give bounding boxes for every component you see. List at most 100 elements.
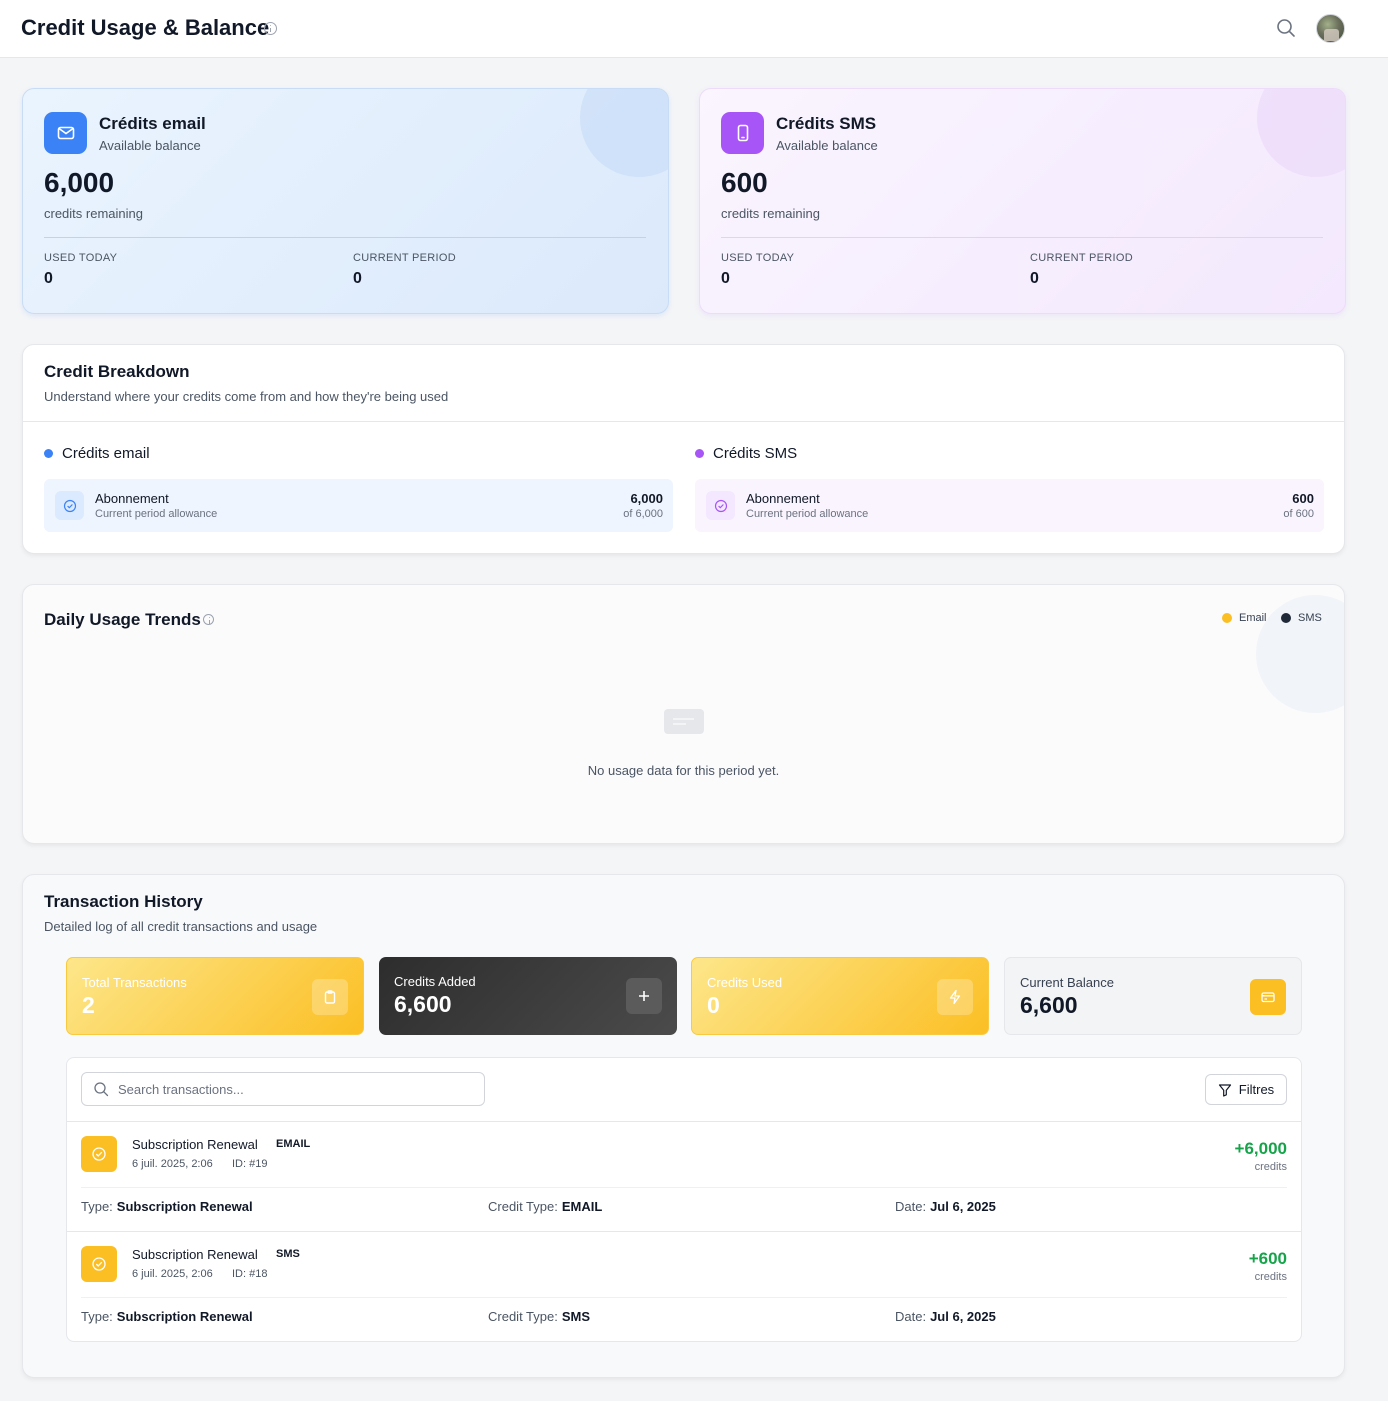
legend-email: Email — [1222, 612, 1267, 624]
summary-label: Credits Used — [707, 975, 783, 990]
field-label: Type: — [81, 1199, 113, 1214]
summary-credits-added: Credits Added 6,600 — [379, 957, 677, 1035]
breakdown-sms-row: Abonnement Current period allowance 600 … — [695, 479, 1324, 532]
transaction-history-panel: Transaction History Detailed log of all … — [22, 874, 1345, 1378]
field-label: Date: — [895, 1199, 927, 1214]
filters-button[interactable]: Filtres — [1205, 1074, 1287, 1105]
breakdown-sms-heading: Crédits SMS — [695, 445, 797, 462]
legend-email-label: Email — [1239, 612, 1267, 624]
sms-current-period-value: 0 — [1030, 270, 1039, 287]
filter-icon — [1218, 1083, 1231, 1097]
transaction-datetime: 6 juil. 2025, 2:06 — [132, 1158, 213, 1170]
mail-icon — [44, 112, 87, 154]
email-dot — [44, 449, 53, 458]
plus-icon — [626, 978, 662, 1014]
breakdown-email-desc: Current period allowance — [95, 508, 218, 520]
legend-email-dot — [1222, 613, 1232, 623]
clipboard-icon — [312, 979, 348, 1015]
divider — [23, 421, 1344, 422]
transaction-id: ID: #18 — [232, 1268, 268, 1280]
transaction-title: Subscription Renewal — [132, 1137, 258, 1152]
divider — [44, 237, 646, 238]
search-input[interactable] — [118, 1079, 468, 1099]
info-icon[interactable] — [203, 614, 214, 625]
decorative-circle — [1257, 89, 1345, 177]
search-icon[interactable] — [1276, 18, 1296, 38]
transaction-date-field: Date: Jul 6, 2025 — [895, 1199, 996, 1214]
summary-value: 6,600 — [394, 991, 452, 1017]
transactions-list: Filtres Subscription Renewal EMAIL 6 jui… — [66, 1057, 1302, 1342]
sms-used-today-value: 0 — [721, 270, 730, 287]
breakdown-email-heading-label: Crédits email — [62, 445, 150, 462]
email-current-period-value: 0 — [353, 270, 362, 287]
divider — [721, 237, 1323, 238]
top-bar: Credit Usage & Balance — [0, 0, 1388, 58]
field-value: Jul 6, 2025 — [930, 1309, 996, 1324]
credit-type-badge: EMAIL — [276, 1138, 311, 1150]
sms-balance-amount: 600 — [721, 167, 768, 198]
divider — [67, 1121, 1301, 1122]
field-label: Date: — [895, 1309, 927, 1324]
history-subtitle: Detailed log of all credit transactions … — [44, 919, 318, 934]
field-value: Subscription Renewal — [116, 1309, 253, 1324]
user-avatar[interactable] — [1316, 14, 1345, 43]
field-value: Subscription Renewal — [116, 1199, 253, 1214]
empty-message-icon — [664, 709, 704, 734]
breakdown-sms-value: 600 — [1292, 491, 1314, 506]
empty-state-text: No usage data for this period yet. — [587, 763, 780, 778]
legend-sms: SMS — [1281, 612, 1322, 624]
summary-label: Total Transactions — [82, 975, 187, 990]
phone-icon — [721, 112, 764, 154]
summary-value: 0 — [707, 992, 720, 1018]
filters-button-label: Filtres — [1238, 1082, 1275, 1097]
legend-sms-dot — [1281, 613, 1291, 623]
divider — [81, 1297, 1287, 1298]
decorative-circle — [580, 89, 668, 177]
search-box — [81, 1072, 485, 1106]
email-current-period-label: CURRENT PERIOD — [353, 252, 457, 264]
email-card-subtitle: Available balance — [99, 138, 201, 153]
check-circle-icon — [81, 1136, 117, 1172]
transaction-unit: credits — [1254, 1161, 1287, 1173]
history-title: Transaction History — [44, 892, 203, 911]
check-circle-icon — [55, 491, 84, 520]
transaction-title: Subscription Renewal — [132, 1247, 258, 1262]
check-circle-icon — [81, 1246, 117, 1282]
field-value: SMS — [561, 1309, 591, 1324]
email-used-today-value: 0 — [44, 270, 53, 287]
sms-dot — [695, 449, 704, 458]
transaction-credit-type-field: Credit Type: EMAIL — [488, 1199, 602, 1214]
transaction-type-field: Type: Subscription Renewal — [81, 1309, 253, 1324]
divider — [67, 1231, 1301, 1232]
field-value: EMAIL — [561, 1199, 603, 1214]
summary-label: Credits Added — [394, 974, 476, 989]
info-icon[interactable] — [264, 22, 277, 35]
breakdown-subtitle: Understand where your credits come from … — [44, 389, 449, 404]
legend-sms-label: SMS — [1298, 612, 1322, 624]
sms-remaining-label: credits remaining — [721, 206, 820, 221]
transaction-type-field: Type: Subscription Renewal — [81, 1199, 253, 1214]
credit-breakdown-panel: Credit Breakdown Understand where your c… — [22, 344, 1345, 554]
breakdown-sms-desc: Current period allowance — [746, 508, 869, 520]
field-label: Credit Type: — [488, 1309, 558, 1324]
transaction-unit: credits — [1254, 1271, 1287, 1283]
check-circle-icon — [706, 491, 735, 520]
sms-balance-card: Crédits SMS Available balance 600 credit… — [699, 88, 1346, 314]
transaction-datetime: 6 juil. 2025, 2:06 — [132, 1268, 213, 1280]
transaction-id: ID: #19 — [232, 1158, 268, 1170]
email-balance-card: Crédits email Available balance 6,000 cr… — [22, 88, 669, 314]
transaction-amount: +6,000 — [1234, 1139, 1287, 1158]
trends-title: Daily Usage Trends — [44, 610, 201, 629]
credit-card-icon — [1250, 979, 1286, 1015]
summary-label: Current Balance — [1020, 975, 1114, 990]
field-value: Jul 6, 2025 — [930, 1199, 996, 1214]
sms-card-title: Crédits SMS — [776, 114, 877, 133]
email-balance-amount: 6,000 — [44, 167, 115, 198]
transaction-credit-type-field: Credit Type: SMS — [488, 1309, 590, 1324]
daily-usage-trends-panel: Daily Usage Trends Email SMS No usage da… — [22, 584, 1345, 844]
email-used-today-label: USED TODAY — [44, 252, 118, 264]
field-label: Type: — [81, 1309, 113, 1324]
sms-card-subtitle: Available balance — [776, 138, 878, 153]
page-title: Credit Usage & Balance — [21, 15, 270, 40]
email-card-title: Crédits email — [99, 114, 206, 133]
